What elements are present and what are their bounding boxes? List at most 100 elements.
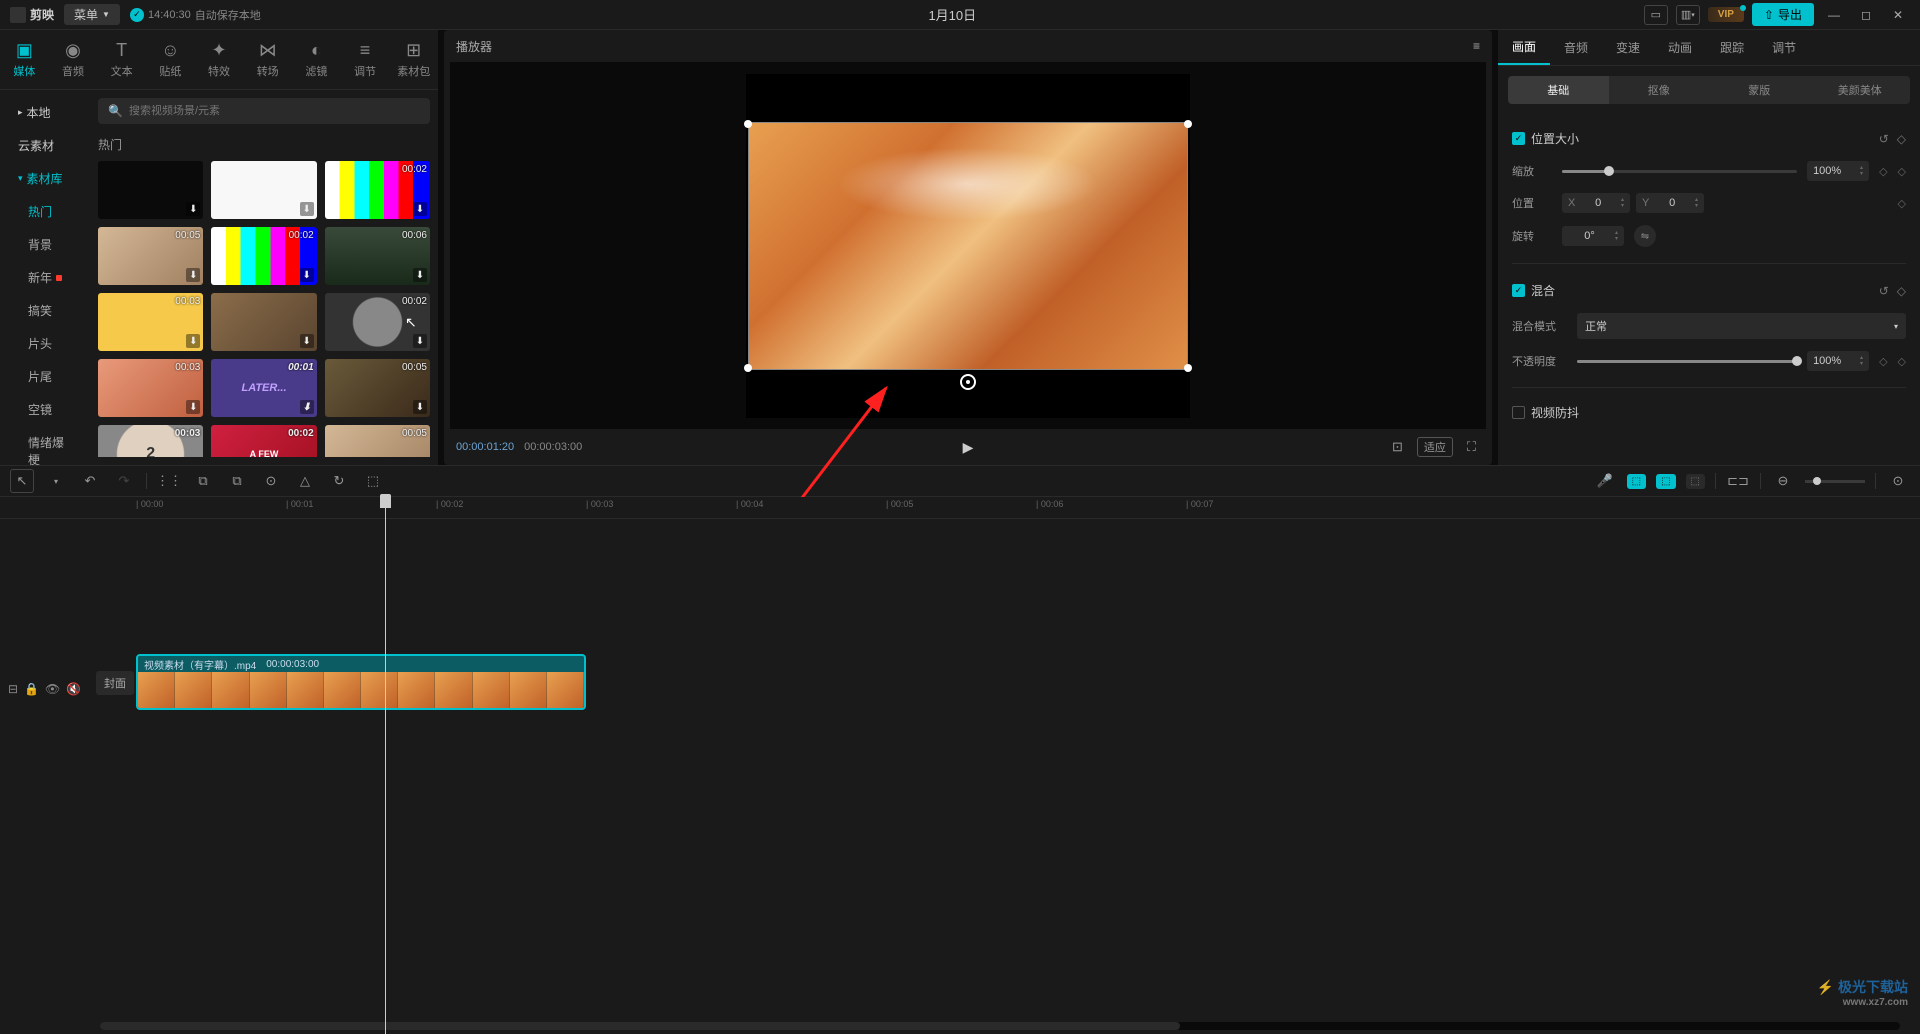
timeline-scrollbar[interactable] <box>100 1022 1900 1030</box>
thumbnail-12[interactable]: 200:03⬇ <box>98 425 203 457</box>
opacity-keyframe[interactable]: ◇ <box>1879 355 1887 368</box>
download-icon[interactable]: ⬇ <box>413 268 427 282</box>
track-lock-button[interactable]: 🔒 <box>24 682 39 696</box>
sub-tab-3[interactable]: 美颜美体 <box>1810 76 1911 104</box>
download-icon[interactable]: ⬇ <box>300 202 314 216</box>
media-tab-1[interactable]: ◉音频 <box>49 30 98 89</box>
undo-button[interactable]: ↶ <box>78 469 102 493</box>
video-frame[interactable] <box>746 74 1190 418</box>
timeline-ruler[interactable]: | 00:00| 00:01| 00:02| 00:03| 00:04| 00:… <box>0 497 1920 519</box>
keyframe-icon[interactable]: ◇ <box>1897 284 1906 298</box>
media-tab-8[interactable]: ⊞素材包 <box>389 30 438 89</box>
blend-toggle[interactable]: ✓ 混合 <box>1512 282 1555 299</box>
category-4[interactable]: 片头 <box>0 327 90 360</box>
media-tab-2[interactable]: T文本 <box>97 30 146 89</box>
category-5[interactable]: 片尾 <box>0 360 90 393</box>
deflicker-toggle[interactable]: 视频去频闪 VIP <box>1512 463 1620 465</box>
record-audio-button[interactable]: 🎤 <box>1593 469 1617 493</box>
track-toggle-button[interactable]: ⊟ <box>8 682 18 696</box>
position-size-toggle[interactable]: ✓ 位置大小 <box>1512 130 1579 147</box>
thumbnail-5[interactable]: 00:06⬇ <box>325 227 430 285</box>
prop-tab-1[interactable]: 音频 <box>1550 30 1602 65</box>
opacity-input[interactable]: 100%▴▾ <box>1807 351 1869 371</box>
thumbnail-2[interactable]: 00:02⬇ <box>325 161 430 219</box>
delete-left-tool[interactable]: ⧉ <box>191 469 215 493</box>
prop-tab-0[interactable]: 画面 <box>1498 30 1550 65</box>
media-tab-5[interactable]: ⋈转场 <box>243 30 292 89</box>
export-button[interactable]: ⇧ 导出 <box>1752 3 1814 26</box>
layout-button-2[interactable]: ▥ ▾ <box>1676 5 1700 25</box>
sub-tab-0[interactable]: 基础 <box>1508 76 1609 104</box>
video-clip[interactable]: 视频素材（有字幕）.mp4 00:00:03:00 <box>136 654 586 710</box>
thumbnail-7[interactable]: ⬇ <box>211 293 316 351</box>
download-icon[interactable]: ⬇ <box>413 202 427 216</box>
category-2[interactable]: 新年 <box>0 261 90 294</box>
fullscreen-button[interactable]: ⛶ <box>1463 437 1480 457</box>
media-tab-6[interactable]: ◐滤镜 <box>292 30 341 89</box>
playhead[interactable] <box>385 497 386 1034</box>
prop-tab-3[interactable]: 动画 <box>1654 30 1706 65</box>
download-icon[interactable]: ⬇ <box>186 334 200 348</box>
speed-tool[interactable]: ⊙ <box>259 469 283 493</box>
scrollbar-thumb[interactable] <box>100 1022 1180 1030</box>
opacity-keyframe-2[interactable]: ◇ <box>1898 355 1906 368</box>
download-icon[interactable]: ⬇ <box>186 268 200 282</box>
selection-tool[interactable]: ↖ <box>10 469 34 493</box>
snap-option-2[interactable]: ⬚ <box>1656 474 1675 489</box>
ratio-button[interactable]: 适应 <box>1417 437 1453 457</box>
crop-frame-button[interactable]: ⊡ <box>1388 437 1407 457</box>
snap-option-3[interactable]: ⬚ <box>1686 474 1705 489</box>
resize-handle-br[interactable] <box>1184 364 1192 372</box>
blend-mode-select[interactable]: 正常 ▾ <box>1577 313 1906 339</box>
scale-keyframe[interactable]: ◇ <box>1879 165 1887 178</box>
category-6[interactable]: 空镜 <box>0 393 90 426</box>
sidebar-local[interactable]: ▸本地 <box>0 96 90 129</box>
redo-button[interactable]: ↷ <box>112 469 136 493</box>
thumbnail-8[interactable]: 00:02⬇ <box>325 293 430 351</box>
media-tab-3[interactable]: ☺贴纸 <box>146 30 195 89</box>
mirror-tool[interactable]: △ <box>293 469 317 493</box>
crop-tool[interactable]: ⬚ <box>361 469 385 493</box>
scale-input[interactable]: 100%▴▾ <box>1807 161 1869 181</box>
flip-horizontal-button[interactable]: ⇋ <box>1634 225 1656 247</box>
layout-button-1[interactable]: ▭ <box>1644 5 1668 25</box>
keyframe-icon[interactable]: ◇ <box>1897 132 1906 146</box>
track-visible-button[interactable]: 👁 <box>45 682 60 696</box>
download-icon[interactable]: ⬇ <box>413 334 427 348</box>
search-box[interactable]: 🔍 <box>98 98 430 124</box>
thumbnail-13[interactable]: A FEW00:02⬇ <box>211 425 316 457</box>
download-icon[interactable]: ⬇ <box>300 400 314 414</box>
zoom-fit-button[interactable]: ⊙ <box>1886 469 1910 493</box>
resize-handle-tl[interactable] <box>744 120 752 128</box>
video-preview[interactable] <box>748 122 1188 370</box>
reset-icon[interactable]: ↺ <box>1879 284 1889 298</box>
vip-badge[interactable]: VIP <box>1708 7 1744 22</box>
zoom-out-button[interactable]: ⊖ <box>1771 469 1795 493</box>
thumbnail-6[interactable]: 00:03⬇ <box>98 293 203 351</box>
media-tab-7[interactable]: ≡调节 <box>341 30 390 89</box>
thumbnail-10[interactable]: LATER...00:01⬇ <box>211 359 316 417</box>
maximize-button[interactable]: ◻ <box>1854 3 1878 27</box>
resize-handle-tr[interactable] <box>1184 120 1192 128</box>
thumbnail-1[interactable]: ⬇ <box>211 161 316 219</box>
download-icon[interactable]: ⬇ <box>186 400 200 414</box>
category-1[interactable]: 背景 <box>0 228 90 261</box>
stabilize-toggle[interactable]: 视频防抖 <box>1512 404 1579 421</box>
thumbnail-9[interactable]: 00:03⬇ <box>98 359 203 417</box>
tool-dropdown[interactable]: ▾ <box>44 469 68 493</box>
media-tab-0[interactable]: ▣媒体 <box>0 30 49 89</box>
anchor-icon[interactable] <box>960 374 976 390</box>
download-icon[interactable]: ⬇ <box>300 268 314 282</box>
scale-slider[interactable] <box>1562 170 1797 173</box>
prop-tab-2[interactable]: 变速 <box>1602 30 1654 65</box>
track-area[interactable]: ⊟ 🔒 👁 🔇 封面 视频素材（有字幕）.mp4 00:00:03:00 <box>0 519 1920 1019</box>
prop-tab-4[interactable]: 跟踪 <box>1706 30 1758 65</box>
rotate-input[interactable]: 0°▴▾ <box>1562 226 1624 246</box>
track-mute-button[interactable]: 🔇 <box>66 682 81 696</box>
snap-option-1[interactable]: ⬚ <box>1627 474 1646 489</box>
sidebar-library[interactable]: ▾素材库 <box>0 162 90 195</box>
cover-button[interactable]: 封面 <box>96 671 134 695</box>
category-3[interactable]: 搞笑 <box>0 294 90 327</box>
player-viewport[interactable] <box>450 62 1486 429</box>
thumbnail-0[interactable]: ⬇ <box>98 161 203 219</box>
